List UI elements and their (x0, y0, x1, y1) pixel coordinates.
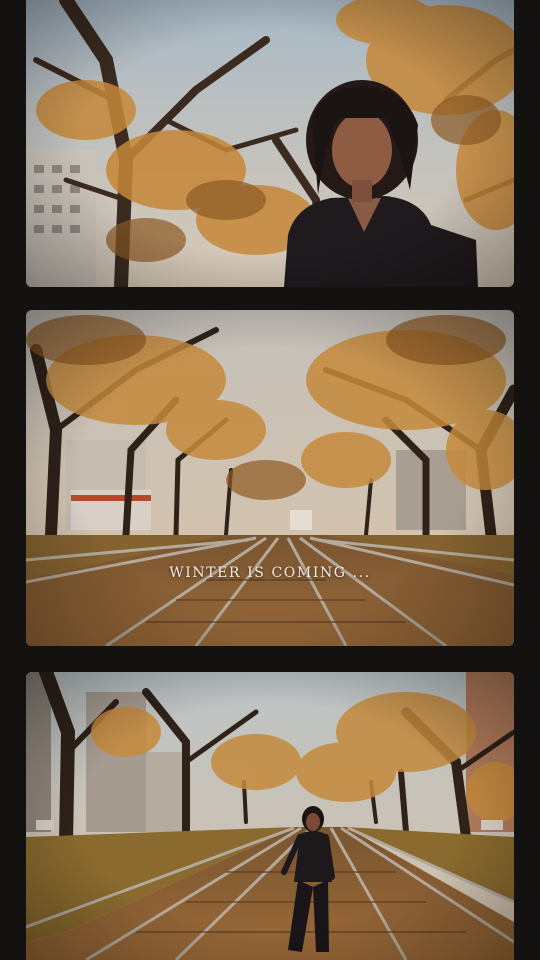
collage-page: WINTER IS COMING ... (0, 0, 540, 960)
tram (290, 510, 312, 530)
portrait-photo (26, 0, 514, 287)
photo-frame-tracks: WINTER IS COMING ... (26, 310, 514, 646)
tracks-photo (26, 310, 514, 646)
photo-frame-portrait (26, 0, 514, 287)
photo-frame-walking (26, 672, 514, 960)
walking-photo (26, 672, 514, 960)
caption-text: WINTER IS COMING ... (169, 565, 371, 581)
